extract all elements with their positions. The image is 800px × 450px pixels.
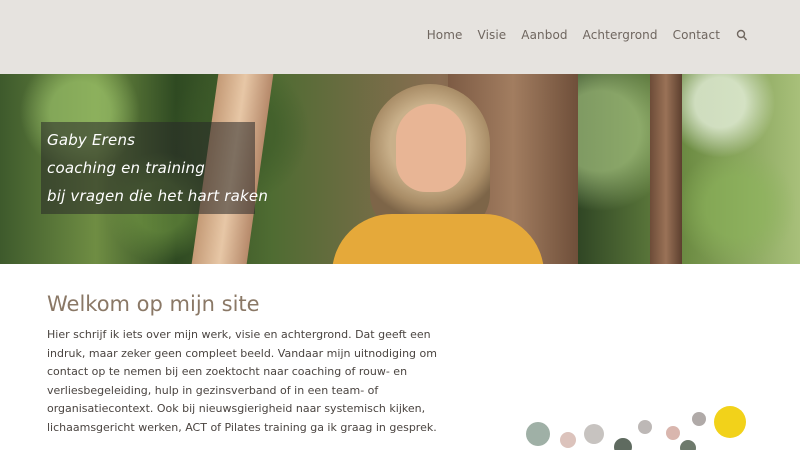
welcome-section: Welkom op mijn site Hier schrijf ik iets…: [47, 292, 467, 437]
portrait-body: [332, 214, 544, 264]
search-icon[interactable]: [736, 28, 748, 42]
hero-tagline: Gaby Erens coaching en training bij vrag…: [41, 122, 269, 214]
tagline-line-3: bij vragen die het hart raken: [47, 187, 269, 205]
dot: [680, 440, 696, 450]
site-header: Home Visie Aanbod Achtergrond Contact: [0, 0, 800, 74]
tagline-line-2: coaching en training: [47, 159, 205, 177]
nav-achtergrond[interactable]: Achtergrond: [583, 28, 658, 42]
nav-visie[interactable]: Visie: [478, 28, 507, 42]
portrait-face: [396, 104, 466, 192]
dot: [560, 432, 576, 448]
dot: [584, 424, 604, 444]
dot: [666, 426, 680, 440]
dot: [714, 406, 746, 438]
welcome-text: Hier schrijf ik iets over mijn werk, vis…: [47, 328, 437, 434]
dot: [614, 438, 632, 450]
nav-contact[interactable]: Contact: [673, 28, 720, 42]
nav-aanbod[interactable]: Aanbod: [521, 28, 567, 42]
dot: [692, 412, 706, 426]
welcome-title: Welkom op mijn site: [47, 292, 260, 316]
dot: [526, 422, 550, 446]
main-nav: Home Visie Aanbod Achtergrond Contact: [412, 28, 748, 42]
tagline-name: Gaby Erens: [47, 131, 136, 149]
nav-home[interactable]: Home: [427, 28, 463, 42]
dot: [638, 420, 652, 434]
tree-trunk: [650, 74, 682, 264]
decorative-dots: [520, 400, 760, 450]
